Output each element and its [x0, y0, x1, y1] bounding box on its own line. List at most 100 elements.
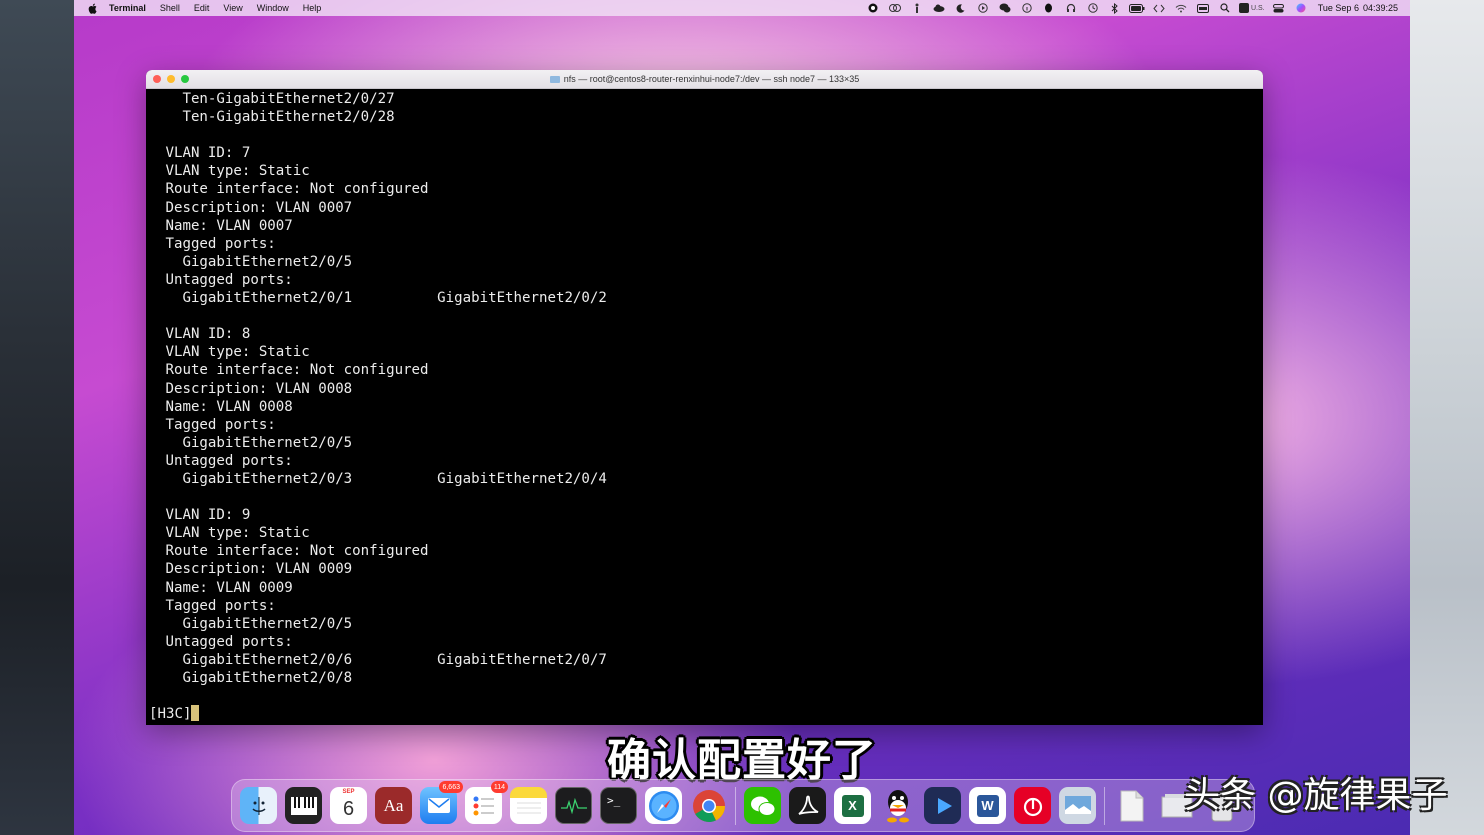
terminal-line: Name: VLAN 0009 — [157, 579, 1263, 597]
dock-activity-monitor-icon[interactable] — [555, 787, 592, 824]
dock-document-icon[interactable] — [1113, 787, 1150, 824]
terminal-line: Route interface: Not configured — [157, 542, 1263, 560]
info-icon[interactable] — [1016, 2, 1038, 14]
siri-icon[interactable] — [1290, 2, 1312, 14]
dock-separator-2 — [1104, 786, 1105, 825]
terminal-line-text: GigabitEthernet2/0/6 — [157, 651, 353, 668]
word-label: W — [981, 798, 994, 813]
headphones-icon[interactable] — [1060, 2, 1082, 14]
dock-qq-icon[interactable] — [879, 787, 916, 824]
dock-chrome-icon[interactable] — [690, 787, 727, 824]
terminal-output[interactable]: Ten-GigabitEthernet2/0/27 Ten-GigabitEth… — [146, 89, 1263, 723]
dock-safari-icon[interactable] — [645, 787, 682, 824]
time-machine-icon[interactable] — [1082, 2, 1104, 14]
terminal-line: Description: VLAN 0008 — [157, 380, 1263, 398]
control-strip-icon[interactable] — [1192, 2, 1214, 14]
record-icon[interactable] — [862, 2, 884, 14]
menu-clock[interactable]: Tue Sep 6 04:39:25 — [1318, 3, 1398, 13]
terminal-line-text: VLAN ID: 8 — [157, 326, 251, 343]
apple-menu-icon[interactable] — [87, 2, 99, 14]
dock-separator — [735, 786, 736, 825]
terminal-line-text: Route interface: Not configured — [157, 362, 429, 379]
dock-notes-icon[interactable] — [510, 787, 547, 824]
terminal-line-text: Name: VLAN 0009 — [157, 579, 293, 596]
menu-help[interactable]: Help — [303, 3, 322, 13]
terminal-line-text: VLAN type: Static — [157, 344, 310, 361]
dictionary-label: Aa — [383, 795, 404, 815]
dock-acrobat-icon[interactable] — [789, 787, 826, 824]
terminal-line: Untagged ports: — [157, 633, 1263, 651]
terminal-line: Tagged ports: — [157, 235, 1263, 253]
terminal-line-text: Untagged ports: — [157, 633, 293, 650]
calendar-day: 6 — [342, 798, 355, 820]
dock-calendar-icon[interactable]: SEP 6 — [330, 787, 367, 824]
cc-icon[interactable] — [884, 2, 906, 14]
terminal-line-text: GigabitEthernet2/0/5 — [157, 615, 353, 632]
dock-finder-icon[interactable] — [240, 787, 277, 824]
accessibility-icon[interactable] — [906, 2, 928, 14]
dock-netease-music-icon[interactable] — [1014, 787, 1051, 824]
dock: SEP 6 Aa 6,663 114 >_ X W — [231, 779, 1255, 832]
dock-preview-icon[interactable] — [1059, 787, 1096, 824]
moon-icon[interactable] — [950, 2, 972, 14]
terminal-line: Ten-GigabitEthernet2/0/27 — [157, 90, 1263, 108]
dock-word-icon[interactable]: W — [969, 787, 1006, 824]
menu-app-name[interactable]: Terminal — [109, 3, 146, 13]
menu-window[interactable]: Window — [257, 3, 289, 13]
terminal-line: Name: VLAN 0008 — [157, 398, 1263, 416]
terminal-line: GigabitEthernet2/0/8 — [157, 669, 1263, 687]
terminal-window[interactable]: nfs — root@centos8-router-renxinhui-node… — [146, 70, 1263, 725]
bluetooth-icon[interactable] — [1104, 2, 1126, 14]
dock-excel-icon[interactable]: X — [834, 787, 871, 824]
zoom-button[interactable] — [181, 75, 189, 83]
dock-video-player-icon[interactable] — [924, 787, 961, 824]
battery-icon[interactable] — [1126, 2, 1148, 14]
terminal-line-text: GigabitEthernet2/0/8 — [157, 670, 353, 686]
terminal-line: VLAN ID: 8 — [157, 325, 1263, 343]
dock-dictionary-icon[interactable]: Aa — [375, 787, 412, 824]
dock-mail-icon[interactable]: 6,663 — [420, 781, 463, 824]
word-badge: W — [976, 794, 999, 817]
wifi-icon[interactable] — [1170, 2, 1192, 14]
dock-wechat-icon[interactable] — [744, 787, 781, 824]
qq-status-icon[interactable] — [1038, 2, 1060, 14]
wechat-status-icon[interactable] — [994, 2, 1016, 14]
control-center-icon[interactable] — [1268, 2, 1290, 14]
left-letterbox — [0, 0, 74, 835]
terminal-line-text: Untagged ports: — [157, 271, 293, 288]
code-brackets-icon[interactable] — [1148, 2, 1170, 14]
terminal-prompt-line[interactable]: [H3C] — [149, 705, 1263, 723]
terminal-prompt: [H3C] — [149, 706, 192, 723]
dock-terminal-icon[interactable]: >_ — [600, 787, 637, 824]
terminal-line-text: Ten-GigabitEthernet2/0/27 — [157, 91, 395, 107]
dock-reminders-icon[interactable]: 114 — [465, 781, 508, 824]
minimize-button[interactable] — [167, 75, 175, 83]
menu-shell[interactable]: Shell — [160, 3, 180, 13]
dock-piano-icon[interactable] — [285, 787, 322, 824]
play-circle-icon[interactable] — [972, 2, 994, 14]
calendar-month: SEP — [342, 789, 355, 795]
terminal-line: Route interface: Not configured — [157, 361, 1263, 379]
terminal-line: Tagged ports: — [157, 597, 1263, 615]
terminal-line-text: Untagged ports: — [157, 452, 293, 469]
watermark: 头条 @旋律果子 — [1184, 775, 1448, 816]
input-source-label: U.S. — [1250, 4, 1265, 12]
terminal-line-text: Name: VLAN 0008 — [157, 398, 293, 415]
right-letterbox — [1410, 0, 1484, 835]
window-titlebar[interactable]: nfs — root@centos8-router-renxinhui-node… — [146, 70, 1263, 89]
traffic-lights — [153, 75, 189, 83]
terminal-glyph: >_ — [607, 794, 621, 807]
cloud-icon[interactable] — [928, 2, 950, 14]
terminal-line-text: GigabitEthernet2/0/3 — [157, 470, 353, 487]
close-button[interactable] — [153, 75, 161, 83]
terminal-line: GigabitEthernet2/0/1 GigabitEthernet2/0/2 — [157, 289, 1263, 307]
menu-edit[interactable]: Edit — [194, 3, 210, 13]
menu-view[interactable]: View — [223, 3, 242, 13]
terminal-line: GigabitEthernet2/0/5 — [157, 434, 1263, 452]
input-source-icon[interactable]: U.S. — [1236, 2, 1268, 14]
terminal-line: Name: VLAN 0007 — [157, 217, 1263, 235]
spotlight-icon[interactable] — [1214, 2, 1236, 14]
